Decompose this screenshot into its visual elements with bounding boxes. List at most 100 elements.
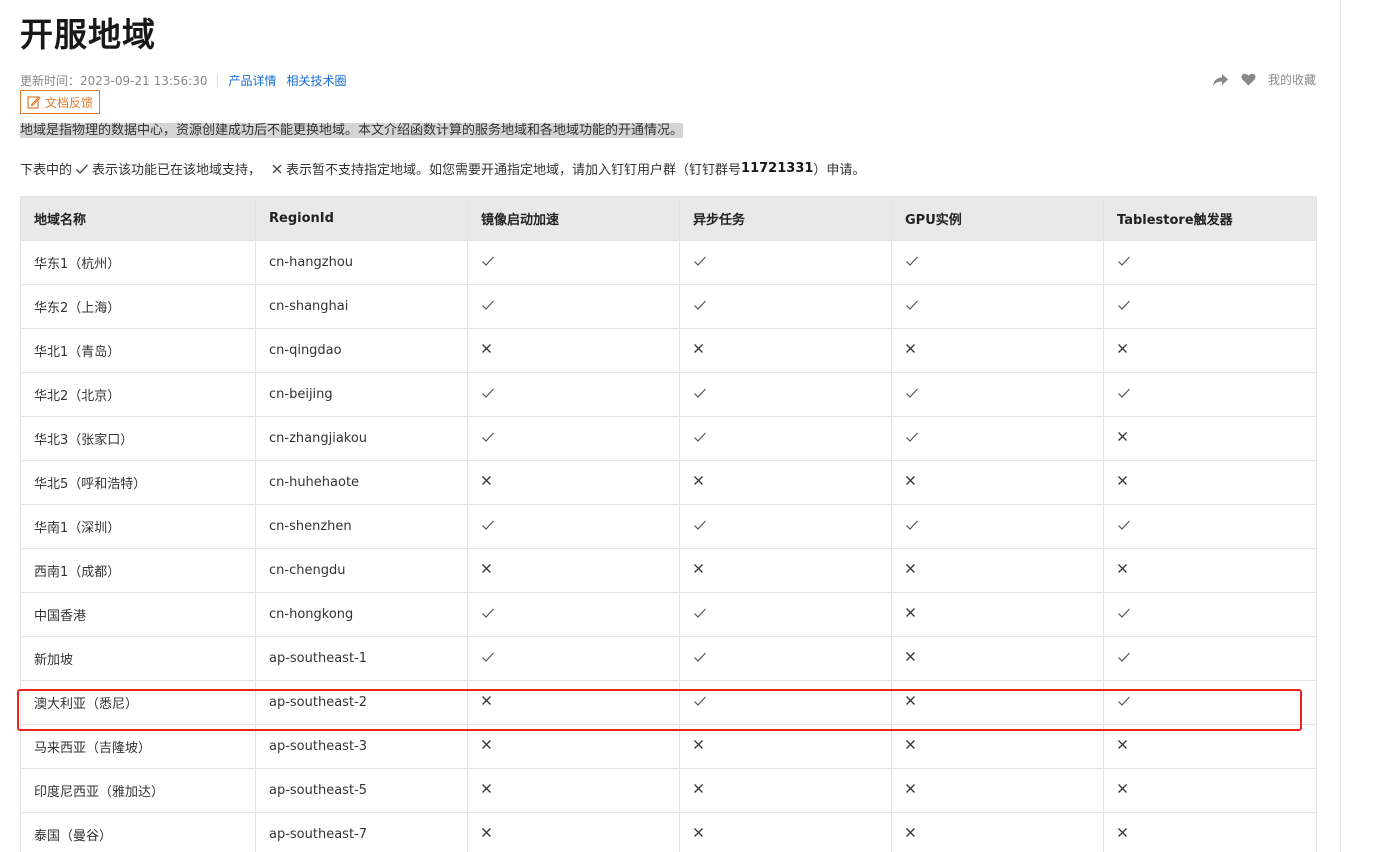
col-header-gpu-instance: GPU实例 (891, 196, 1104, 241)
feature-support-cell (679, 240, 892, 285)
feature-support-cell (467, 724, 680, 769)
cross-icon (481, 343, 492, 354)
heart-icon[interactable] (1241, 73, 1256, 86)
table-row: 华东2（上海） cn-shanghai (20, 284, 1317, 329)
feature-support-cell (891, 548, 1104, 593)
updated-time: 2023-09-21 13:56:30 (80, 73, 208, 88)
product-detail-link[interactable]: 产品详情 (228, 72, 276, 89)
updated-label: 更新时间： (20, 74, 81, 88)
feature-support-cell (467, 548, 680, 593)
feature-support-cell (891, 284, 1104, 329)
feature-support-cell (467, 636, 680, 681)
check-icon (693, 255, 707, 267)
col-header-region-id: RegionId (255, 196, 468, 241)
cross-icon (905, 563, 916, 574)
check-icon (481, 431, 495, 443)
feature-support-cell (467, 240, 680, 285)
share-icon[interactable] (1212, 73, 1229, 87)
cross-icon (693, 739, 704, 750)
favorites-link[interactable]: 我的收藏 (1268, 71, 1316, 88)
feature-support-cell (1103, 592, 1317, 637)
feature-support-cell (1103, 680, 1317, 725)
feature-support-cell (1103, 416, 1317, 461)
group-number: 11721331 (741, 161, 814, 176)
feature-support-cell (1103, 768, 1317, 813)
tech-circle-link[interactable]: 相关技术圈 (286, 72, 346, 89)
check-icon (1117, 607, 1131, 619)
page-title: 开服地域 (20, 15, 156, 54)
region-id-cell: cn-huhehaote (255, 460, 468, 505)
feature-support-cell (679, 460, 892, 505)
feature-support-cell (891, 812, 1104, 852)
table-row: 澳大利亚（悉尼） ap-southeast-2 (20, 680, 1317, 725)
table-row: 马来西亚（吉隆坡） ap-southeast-3 (20, 724, 1317, 769)
table-row: 华北2（北京） cn-beijing (20, 372, 1317, 417)
feature-support-cell (467, 768, 680, 813)
region-id-cell: cn-qingdao (255, 328, 468, 373)
table-row: 华北5（呼和浩特） cn-huhehaote (20, 460, 1317, 505)
feature-support-cell (467, 680, 680, 725)
region-id-cell: cn-zhangjiakou (255, 416, 468, 461)
region-name-cell: 华北3（张家口） (20, 416, 256, 461)
feature-support-cell (679, 812, 892, 852)
legend-note: 下表中的 表示该功能已在该地域支持， 表示暂不支持指定地域。如您需要开通指定地域… (20, 159, 865, 178)
region-id-cell: cn-beijing (255, 372, 468, 417)
check-icon (1117, 299, 1131, 311)
region-id-cell: ap-southeast-7 (255, 812, 468, 852)
feature-support-cell (467, 592, 680, 637)
feature-support-cell (891, 416, 1104, 461)
cross-icon (1117, 739, 1128, 750)
region-id-cell: ap-southeast-1 (255, 636, 468, 681)
feature-support-cell (467, 284, 680, 329)
region-name-cell: 华北1（青岛） (20, 328, 256, 373)
doc-feedback-button[interactable]: 文档反馈 (20, 90, 101, 114)
intro-paragraph: 地域是指物理的数据中心，资源创建成功后不能更换地域。本文介绍函数计算的服务地域和… (20, 119, 684, 138)
feature-support-cell (679, 416, 892, 461)
table-row: 华北3（张家口） cn-zhangjiakou (20, 416, 1317, 461)
cross-icon (1117, 475, 1128, 486)
cross-icon (693, 827, 704, 838)
check-icon (693, 431, 707, 443)
table-row: 华南1（深圳） cn-shenzhen (20, 504, 1317, 549)
feature-support-cell (467, 460, 680, 505)
feature-support-cell (679, 636, 892, 681)
feature-support-cell (679, 328, 892, 373)
feature-support-cell (1103, 724, 1317, 769)
feature-support-cell (679, 768, 892, 813)
feature-support-cell (891, 460, 1104, 505)
doc-meta: 更新时间： 2023-09-21 13:56:30 产品详情 相关技术圈 (20, 72, 357, 89)
check-icon (693, 387, 707, 399)
regions-table: 地域名称 RegionId 镜像启动加速 异步任务 GPU实例 Tablesto… (20, 196, 1317, 852)
feature-support-cell (467, 504, 680, 549)
check-icon (905, 431, 919, 443)
check-icon (481, 519, 495, 531)
check-icon (481, 299, 495, 311)
table-row: 印度尼西亚（雅加达） ap-southeast-5 (20, 768, 1317, 813)
region-id-cell: ap-southeast-3 (255, 724, 468, 769)
note-part-2: 表示该功能已在该地域支持， (92, 163, 262, 178)
check-icon (481, 651, 495, 663)
feature-support-cell (679, 504, 892, 549)
doc-actions: 我的收藏 (1212, 71, 1316, 88)
table-row: 中国香港 cn-hongkong (20, 592, 1317, 637)
check-icon (693, 299, 707, 311)
feedback-label: 文档反馈 (45, 95, 94, 110)
cross-icon (1117, 563, 1128, 574)
check-icon (1117, 695, 1131, 707)
feature-support-cell (467, 372, 680, 417)
feature-support-cell (467, 416, 680, 461)
feature-support-cell (891, 724, 1104, 769)
feature-support-cell (891, 504, 1104, 549)
check-icon (905, 255, 919, 267)
table-row: 西南1（成都） cn-chengdu (20, 548, 1317, 593)
note-part-1: 下表中的 (20, 163, 73, 178)
table-row: 新加坡 ap-southeast-1 (20, 636, 1317, 681)
cross-icon (905, 607, 916, 618)
cross-icon (693, 343, 704, 354)
check-icon (693, 651, 707, 663)
region-name-cell: 马来西亚（吉隆坡） (20, 724, 256, 769)
cross-icon (905, 343, 916, 354)
region-id-cell: cn-shenzhen (255, 504, 468, 549)
cross-icon (905, 783, 916, 794)
region-name-cell: 华北5（呼和浩特） (20, 460, 256, 505)
